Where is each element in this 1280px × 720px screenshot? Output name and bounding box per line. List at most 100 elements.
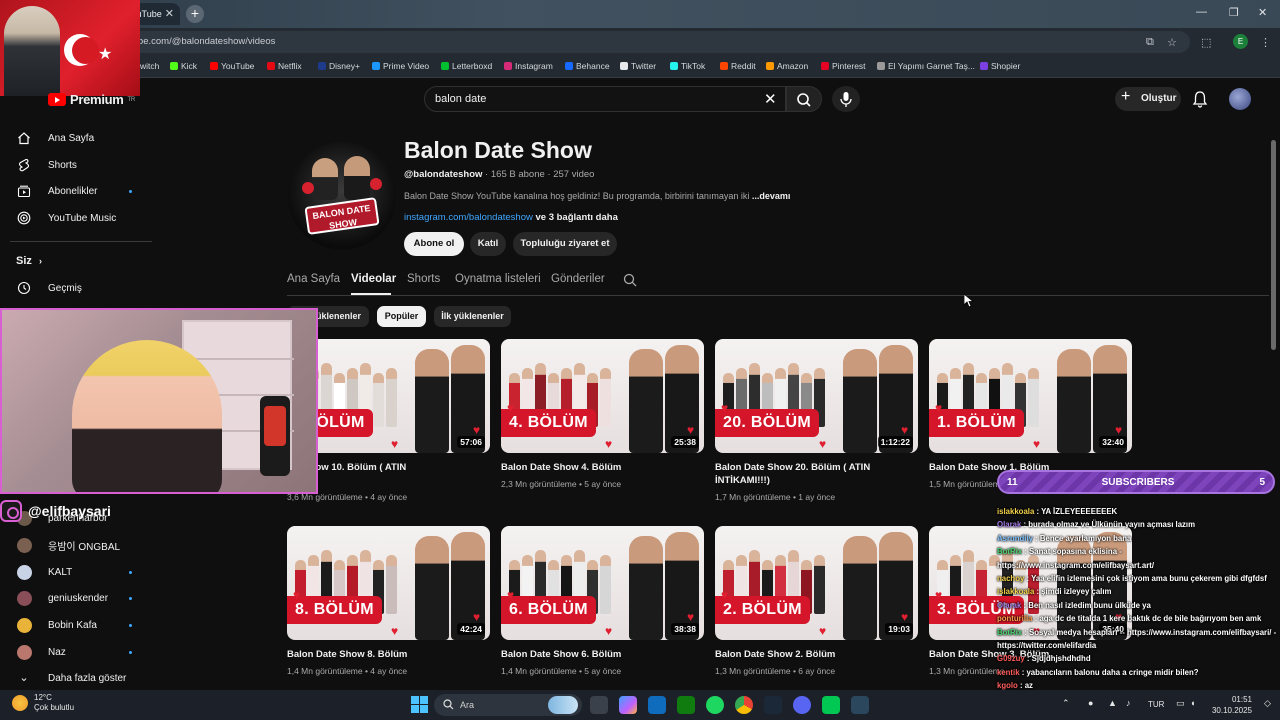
chrome-menu-icon[interactable]: ⋮	[1260, 36, 1271, 49]
steam-window-icon[interactable]	[851, 696, 869, 714]
sidebar-subscription-item[interactable]: Bobin Kafa	[0, 613, 150, 637]
bookmark-twitch[interactable]: witch	[140, 61, 159, 71]
bookmark-reddit[interactable]: Reddit	[720, 61, 756, 71]
bookmark-tiktok[interactable]: TikTok	[670, 61, 705, 71]
sidebar-item-subscriptions[interactable]: Abonelikler	[0, 179, 150, 203]
sidebar-subscription-item[interactable]: geniuskender	[0, 586, 150, 610]
app-tray-icon[interactable]: ●	[1088, 698, 1093, 708]
video-title[interactable]: Balon Date Show 6. Bölüm	[501, 648, 701, 661]
tab-shorts[interactable]: Shorts	[407, 273, 440, 285]
bookmark-amazon[interactable]: Amazon	[766, 61, 808, 71]
sidebar-item-history[interactable]: Geçmiş	[0, 276, 150, 300]
chip-popular[interactable]: Popüler	[377, 306, 426, 327]
bookmark-instagram[interactable]: Instagram	[504, 61, 553, 71]
discord-icon[interactable]	[793, 696, 811, 714]
video-thumbnail[interactable]: 20. BÖLÜM ♥ ♥ ♥ 1:12:22	[715, 339, 918, 453]
sidebar-subscription-item[interactable]: KALT	[0, 560, 150, 584]
windows-start-icon[interactable]	[411, 696, 428, 713]
show-more-label: Daha fazla göster	[48, 672, 127, 684]
window-close-icon[interactable]: ✕	[1258, 6, 1267, 19]
video-title[interactable]: Balon Date Show 20. Bölüm ( ATIN İNTİKAMI…	[715, 461, 915, 487]
channel-description[interactable]: Balon Date Show YouTube kanalına hoş gel…	[404, 191, 790, 201]
search-button[interactable]	[786, 86, 822, 112]
bookmark-kick[interactable]: Kick	[170, 61, 197, 71]
bookmark-shopier[interactable]: Shopier	[980, 61, 1020, 71]
video-thumbnail[interactable]: 1. BÖLÜM ♥ ♥ ♥ 32:40	[929, 339, 1132, 453]
tab-posts[interactable]: Gönderiler	[551, 273, 605, 285]
bookmark-star-icon[interactable]: ☆	[1167, 36, 1177, 49]
outlook-icon[interactable]	[648, 696, 666, 714]
chrome-icon[interactable]	[735, 696, 753, 714]
youtube-premium-logo[interactable]: Premium TR	[48, 92, 135, 107]
bookmark-disney[interactable]: Disney+	[318, 61, 360, 71]
video-title[interactable]: Balon Date Show 8. Bölüm	[287, 648, 487, 661]
minimize-icon[interactable]: —	[1196, 6, 1207, 18]
show-hidden-icons[interactable]: ⌃	[1062, 698, 1070, 709]
instagram-link[interactable]: instagram.com/balondateshow	[404, 212, 533, 223]
steam-icon[interactable]	[764, 696, 782, 714]
video-thumbnail[interactable]: 6. BÖLÜM ♥ ♥ ♥ 38:38	[501, 526, 704, 640]
bookmark-prime-video[interactable]: Prime Video	[372, 61, 429, 71]
taskbar-clock[interactable]: 01:51 30.10.2025	[1206, 694, 1252, 716]
more-links[interactable]: ve 3 bağlantı daha	[536, 212, 618, 223]
notification-center-icon[interactable]: ◇	[1264, 698, 1271, 709]
bookmark-garnet[interactable]: El Yapımı Garnet Taş...	[877, 61, 975, 71]
browser-profile-avatar[interactable]: E	[1233, 34, 1248, 49]
channel-avatar-large[interactable]: BALON DATE SHOW	[288, 142, 396, 250]
video-title[interactable]: Balon Date Show 4. Bölüm	[501, 461, 701, 474]
extensions-icon[interactable]: ⬚	[1201, 36, 1211, 49]
sidebar-subscription-item[interactable]: 응밤이 ONGBAL	[0, 533, 150, 557]
new-tab-button[interactable]: +	[186, 5, 204, 23]
tab-videos[interactable]: Videolar	[351, 273, 396, 285]
tray-mic-icon[interactable]: ♪	[1126, 698, 1131, 708]
bookmark-behance[interactable]: Behance	[565, 61, 610, 71]
video-title[interactable]: Balon Date Show 2. Bölüm	[715, 648, 915, 661]
bookmark-pinterest[interactable]: Pinterest	[821, 61, 866, 71]
video-thumbnail[interactable]: 8. BÖLÜM ♥ ♥ ♥ 42:24	[287, 526, 490, 640]
sidebar-subscription-item[interactable]: Naz	[0, 640, 150, 664]
sidebar-item-youtube-music[interactable]: YouTube Music	[0, 206, 150, 230]
search-input[interactable]: balon date	[424, 86, 786, 112]
close-tab-icon[interactable]: ✕	[165, 7, 174, 20]
subscribe-button[interactable]: Abone ol	[404, 232, 464, 256]
visit-community-button[interactable]: Topluluğu ziyaret et	[513, 232, 617, 256]
account-avatar[interactable]	[1229, 88, 1251, 110]
voice-search-button[interactable]	[832, 86, 860, 112]
search-highlight-icon[interactable]	[548, 696, 578, 714]
bookmark-youtube[interactable]: YouTube	[210, 61, 254, 71]
xbox-icon[interactable]	[677, 696, 695, 714]
tray-icon[interactable]: ▲	[1108, 698, 1117, 708]
cast-icon[interactable]: ⧉	[1146, 36, 1154, 49]
sidebar-show-more[interactable]: ⌄ Daha fazla göster	[0, 666, 150, 690]
copilot-icon[interactable]	[619, 696, 637, 714]
whatsapp-icon[interactable]	[822, 696, 840, 714]
volume-icon[interactable]: ◖	[1190, 698, 1195, 708]
clear-search-icon[interactable]: ✕	[764, 90, 777, 108]
sidebar-item-shorts[interactable]: Shorts	[0, 153, 150, 177]
spotify-icon[interactable]	[706, 696, 724, 714]
history-icon	[17, 281, 31, 295]
bookmark-netflix[interactable]: Netflix	[267, 61, 302, 71]
chat-username: Asrundily	[997, 533, 1033, 543]
notifications-bell-icon[interactable]	[1192, 90, 1208, 108]
tab-playlists[interactable]: Oynatma listeleri	[455, 273, 541, 285]
chip-oldest[interactable]: İlk yüklenenler	[434, 306, 511, 327]
page-scrollbar[interactable]	[1271, 140, 1276, 350]
input-language[interactable]: TUR	[1148, 700, 1164, 709]
task-view-icon[interactable]	[590, 696, 608, 714]
network-icon[interactable]: ▭	[1176, 698, 1185, 709]
video-thumbnail[interactable]: 4. BÖLÜM ♥ ♥ ♥ 25:38	[501, 339, 704, 453]
tab-home[interactable]: Ana Sayfa	[287, 273, 340, 285]
video-thumbnail[interactable]: 2. BÖLÜM ♥ ♥ ♥ 19:03	[715, 526, 918, 640]
bookmark-twitter[interactable]: Twitter	[620, 61, 656, 71]
weather-widget[interactable]: 12°C Çok bulutlu	[34, 693, 74, 713]
address-bar[interactable]: tube.com/@balondateshow/videos	[110, 31, 1190, 53]
maximize-icon[interactable]: ❐	[1229, 6, 1239, 19]
sidebar-item-home[interactable]: Ana Sayfa	[0, 126, 150, 150]
bookmark-letterboxd[interactable]: Letterboxd	[441, 61, 492, 71]
weather-icon[interactable]	[12, 695, 28, 711]
join-button[interactable]: Katıl	[470, 232, 506, 256]
channel-search-icon[interactable]	[623, 273, 637, 287]
description-more-link[interactable]: ...devamı	[752, 191, 791, 201]
you-section-heading[interactable]: Siz ›	[16, 255, 42, 267]
